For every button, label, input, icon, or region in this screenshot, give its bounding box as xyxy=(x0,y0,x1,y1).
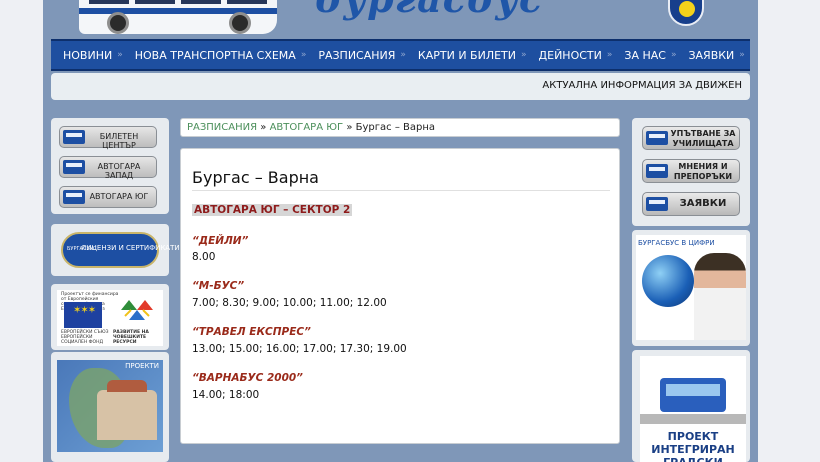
bus-image xyxy=(660,378,726,412)
human-resources-logo-icon xyxy=(121,300,153,320)
button-label: МНЕНИЯ И ПРЕПОРЪКИ xyxy=(673,162,733,181)
header-banner: бургасбус xyxy=(43,0,758,38)
button-label: ЗАЯВКИ xyxy=(679,198,727,209)
nav-item-about[interactable]: ЗА НАС» xyxy=(612,49,676,62)
nav-label: ЗАЯВКИ xyxy=(688,48,735,62)
site-logo[interactable]: бургасбус xyxy=(315,0,543,21)
ticker-text[interactable]: АКТУАЛНА ИНФОРМАЦИЯ ЗА ДВИЖЕН xyxy=(542,80,742,91)
breadcrumb: РАЗПИСАНИЯ » АВТОГАРА ЮГ » Бургас – Варн… xyxy=(180,118,620,137)
breadcrumb-current: Бургас – Варна xyxy=(355,122,436,133)
stats-banner[interactable]: БУРГАСБУС В ЦИФРИ xyxy=(636,235,746,340)
projects-banner[interactable]: ПРОЕКТИ xyxy=(57,360,163,452)
button-label: АВТОГАРА ЮГ xyxy=(89,192,149,201)
bus-icon xyxy=(63,160,85,174)
nav-label: ДЕЙНОСТИ xyxy=(538,48,602,62)
main-nav: НОВИНИ» НОВА ТРАНСПОРТНА СХЕМА» РАЗПИСАН… xyxy=(51,39,750,71)
nav-item-schedules[interactable]: РАЗПИСАНИЯ» xyxy=(306,49,406,62)
nav-item-requests[interactable]: ЗАЯВКИ » xyxy=(676,49,744,62)
nav-item-news[interactable]: НОВИНИ» xyxy=(51,49,123,62)
breadcrumb-link-south-station[interactable]: АВТОГАРА ЮГ xyxy=(270,122,344,133)
ticket-center-button[interactable]: БИЛЕТЕН ЦЕНТЪР xyxy=(59,126,157,150)
carrier-name: “М-БУС” xyxy=(192,280,245,292)
city-crest-icon xyxy=(668,0,704,26)
licenses-button[interactable]: БУРГАСБУС ЛИЦЕНЗИ И СЕРТИФИКАТИ xyxy=(61,232,180,268)
station-sector-label: АВТОГАРА ЮГ – СЕКТОР 2 xyxy=(192,204,353,216)
bus-icon xyxy=(646,164,668,178)
bus-icon xyxy=(63,190,85,204)
breadcrumb-link-schedules[interactable]: РАЗПИСАНИЯ xyxy=(187,122,257,133)
stats-title: БУРГАСБУС В ЦИФРИ xyxy=(638,239,715,247)
carrier-name: “ТРАВЕЛ ЕКСПРЕС” xyxy=(192,326,311,338)
bus-icon xyxy=(646,131,668,145)
bus-station-west-button[interactable]: АВТОГАРА ЗАПАД xyxy=(59,156,157,180)
breadcrumb-separator: » xyxy=(260,122,267,133)
project-title: ПРОЕКТ ИНТЕГРИРАН ГРАДСКИ xyxy=(651,430,735,462)
eu-funding-box: Проектът се финансира от Европейския соц… xyxy=(51,284,169,350)
operator-image xyxy=(694,253,746,340)
nav-label: ЗА НАС xyxy=(624,48,666,62)
breadcrumb-separator: » xyxy=(346,122,353,133)
carrier-name: “ДЕЙЛИ” xyxy=(192,235,249,247)
button-label: АВТОГАРА ЗАПАД xyxy=(97,162,141,180)
chevron-right-icon: » xyxy=(739,50,745,60)
badge-label: ЛИЦЕНЗИ И СЕРТИФИКАТИ xyxy=(81,244,180,252)
globe-icon xyxy=(642,255,694,307)
news-ticker: АКТУАЛНА ИНФОРМАЦИЯ ЗА ДВИЖЕН xyxy=(51,73,750,100)
departure-times: 7.00; 8.30; 9.00; 10.00; 11.00; 12.00 xyxy=(192,297,387,309)
nav-item-maps-tickets[interactable]: КАРТИ И БИЛЕТИ» xyxy=(406,49,527,62)
button-label: БИЛЕТЕН ЦЕНТЪР xyxy=(99,132,139,150)
carrier-name: “ВАРНАБУС 2000” xyxy=(192,372,303,384)
projects-box: ПРОЕКТИ xyxy=(51,352,169,462)
nav-item-transport-scheme[interactable]: НОВА ТРАНСПОРТНА СХЕМА» xyxy=(123,49,307,62)
project-banner[interactable]: ПРОЕКТ ИНТЕГРИРАН ГРАДСКИ xyxy=(640,356,746,462)
bus-icon xyxy=(646,197,668,211)
departure-times: 13.00; 15.00; 16.00; 17.00; 17.30; 19.00 xyxy=(192,343,407,355)
button-label: УПЪТВАНЕ ЗА УЧИЛИЩАТА xyxy=(670,129,736,148)
page-title: Бургас – Варна xyxy=(192,168,610,191)
nav-label: КАРТИ И БИЛЕТИ xyxy=(417,48,517,62)
departure-times: 14.00; 18:00 xyxy=(192,389,260,401)
eu-funding-banner[interactable]: Проектът се финансира от Европейския соц… xyxy=(57,290,163,346)
opinions-button[interactable]: МНЕНИЯ И ПРЕПОРЪКИ xyxy=(642,159,740,183)
stats-box: БУРГАСБУС В ЦИФРИ xyxy=(632,230,750,346)
nav-item-activities[interactable]: ДЕЙНОСТИ» xyxy=(527,49,613,62)
bus-icon xyxy=(63,130,85,144)
page: бургасбус НОВИНИ» НОВА ТРАНСПОРТНА СХЕМА… xyxy=(43,0,758,462)
project-box: ПРОЕКТ ИНТЕГРИРАН ГРАДСКИ xyxy=(632,350,750,462)
nav-label: НОВА ТРАНСПОРТНА СХЕМА xyxy=(134,48,296,62)
schedule-content: Бургас – Варна АВТОГАРА ЮГ – СЕКТОР 2 “Д… xyxy=(180,148,620,444)
bus-station-south-button[interactable]: АВТОГАРА ЮГ xyxy=(59,186,157,208)
right-quick-links: УПЪТВАНЕ ЗА УЧИЛИЩАТА МНЕНИЯ И ПРЕПОРЪКИ… xyxy=(632,118,750,226)
eu-left-caption: ЕВРОПЕЙСКИ СЪЮЗ ЕВРОПЕЙСКИ СОЦИАЛЕН ФОНД xyxy=(61,330,109,345)
nav-label: РАЗПИСАНИЯ xyxy=(318,48,396,62)
left-quick-links: БИЛЕТЕН ЦЕНТЪР АВТОГАРА ЗАПАД АВТОГАРА Ю… xyxy=(51,118,169,214)
eu-right-caption: РАЗВИТИЕ НА ЧОВЕШКИТЕ РЕСУРСИ xyxy=(113,330,149,345)
school-guide-button[interactable]: УПЪТВАНЕ ЗА УЧИЛИЩАТА xyxy=(642,126,740,150)
projects-label: ПРОЕКТИ xyxy=(125,362,159,370)
licenses-box: БУРГАСБУС ЛИЦЕНЗИ И СЕРТИФИКАТИ xyxy=(51,224,180,276)
nav-label: НОВИНИ xyxy=(63,48,113,62)
bus-image xyxy=(79,0,277,34)
departure-times: 8.00 xyxy=(192,251,216,263)
eu-flag-icon: ✶✶✶ xyxy=(64,302,102,328)
requests-button[interactable]: ЗАЯВКИ xyxy=(642,192,740,216)
